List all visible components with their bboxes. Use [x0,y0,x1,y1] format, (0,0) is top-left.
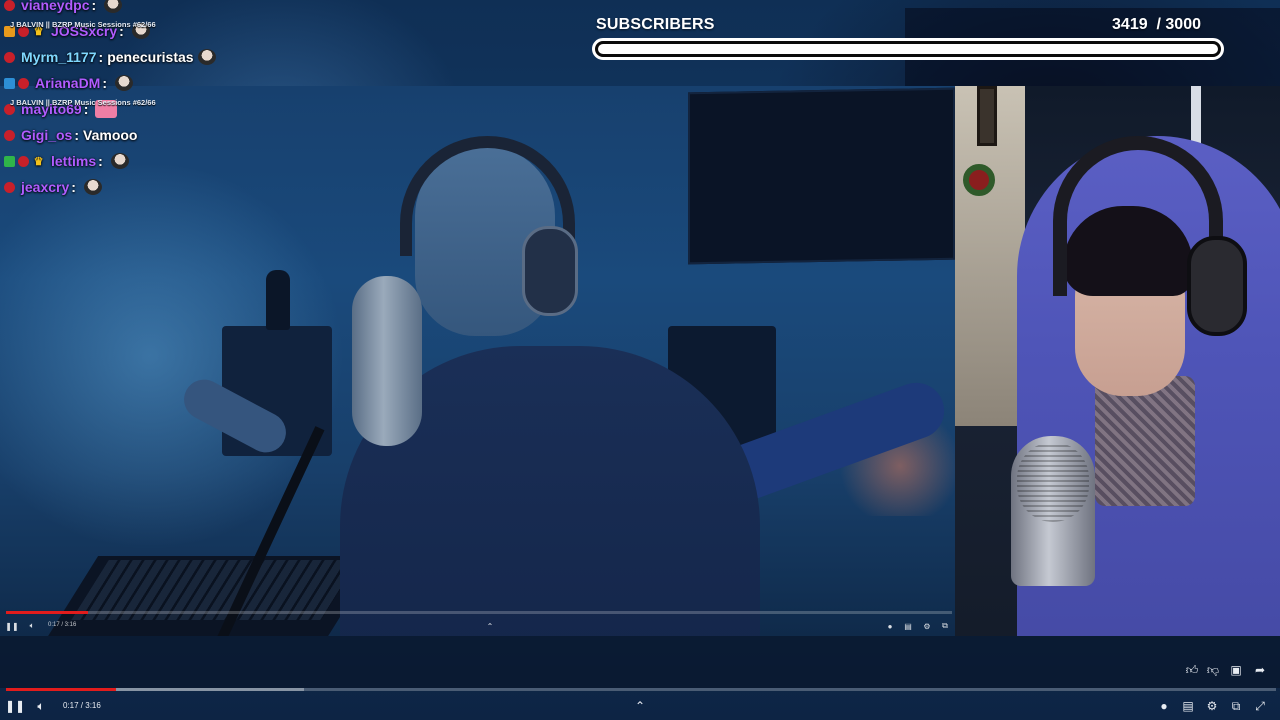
gear-icon[interactable]: ⚙ [1203,697,1221,715]
chat-emote-icon [104,0,123,13]
chat-message: Myrm_1177: penecuristas [4,44,264,70]
crown-badge-icon: ♛ [33,155,44,168]
chat-username[interactable]: ArianaDM [35,75,100,91]
chat-separator: : [91,0,97,13]
sub-badge-icon [18,77,29,89]
goal-progress-fill [598,44,1218,54]
sub-badge-icon [18,155,29,167]
pause-icon[interactable]: ❚❚ [5,697,25,715]
sub-badge-icon [4,181,15,193]
cast-icon[interactable]: ⧉ [939,620,951,632]
goal-label: SUBSCRIBERS [596,16,715,33]
inner-player-controls: ❚❚ 🔈︎ 0:17 / 3:16 ⌃ ● ▤ ⚙ ⧉ [0,616,955,636]
gear-icon[interactable]: ⚙ [921,620,933,632]
studio-microphone [352,276,422,446]
autoplay-toggle-icon[interactable]: ● [884,620,896,632]
chat-separator: : [74,127,80,143]
inner-progress-fill [6,611,89,614]
chat-username[interactable]: Gigi_os [21,127,72,143]
chat-message: vianeydpc: [4,0,264,18]
outer-progress-bar[interactable] [6,688,1276,691]
chat-message: jeaxcry: [4,174,264,200]
chat-emote-icon [197,49,216,65]
chat-separator: : [98,49,104,65]
christmas-wreath [963,164,995,196]
volume-icon[interactable]: 🔈︎ [26,620,38,632]
inner-progress-bar[interactable] [6,611,952,614]
webcam-feed [955,86,1280,636]
chat-separator: : [71,179,76,195]
chat-emote-icon [110,153,129,169]
fullscreen-icon[interactable]: ⤢ [1251,697,1269,715]
inner-time-display: 0:17 / 3:16 [48,622,77,628]
outer-progress-fill [6,688,117,691]
comment-icon[interactable]: ▣ [1227,661,1245,679]
chat-separator: : [102,75,108,91]
thumbs-down-icon[interactable]: 👎︎ [1204,661,1222,679]
wall-tv [688,87,955,265]
chevron-up-icon[interactable]: ⌃ [484,620,496,632]
chat-text: Vamooo [83,127,138,143]
chat-username[interactable]: lettims [51,153,96,169]
now-playing-label: J BALVIN || BZRP Music Sessions #62/66 [10,20,156,29]
volume-icon[interactable]: 🔈︎ [32,697,50,715]
chat-message: ♛ lettims: [4,148,264,174]
now-playing-label: J BALVIN || BZRP Music Sessions #62/66 [10,98,156,107]
chat-text: penecuristas [107,49,194,65]
outer-time-display: 0:17 / 3:16 [63,701,101,710]
chevron-up-icon[interactable]: ⌃ [631,697,649,715]
cast-icon[interactable]: ⧉ [1227,697,1245,715]
chat-message: ArianaDM: [4,70,264,96]
share-icon[interactable]: ➦ [1251,661,1269,679]
goal-progress-bar [592,38,1224,60]
thumbs-up-icon[interactable]: 👍︎ [1183,661,1201,679]
turbo-badge-icon [4,77,15,89]
chat-username[interactable]: vianeydpc [21,0,89,13]
sub-badge-icon [4,0,15,11]
chat-message: Gigi_os: Vamooo [4,122,264,148]
captions-icon[interactable]: ▤ [902,620,914,632]
chat-username[interactable]: Myrm_1177 [21,49,97,65]
pause-icon[interactable]: ❚❚ [5,620,18,632]
captions-icon[interactable]: ▤ [1179,697,1197,715]
prime-badge-icon [4,155,15,167]
autoplay-toggle-icon[interactable]: ● [1155,697,1173,715]
chat-emote-icon [83,179,102,195]
goal-count: 3419 / 3000 [1112,16,1201,33]
figurine [266,270,290,330]
chat-username[interactable]: jeaxcry [21,179,69,195]
sub-badge-icon [4,51,15,63]
sub-badge-icon [4,129,15,141]
chat-emote-icon [115,75,134,91]
chat-separator: : [98,153,103,169]
